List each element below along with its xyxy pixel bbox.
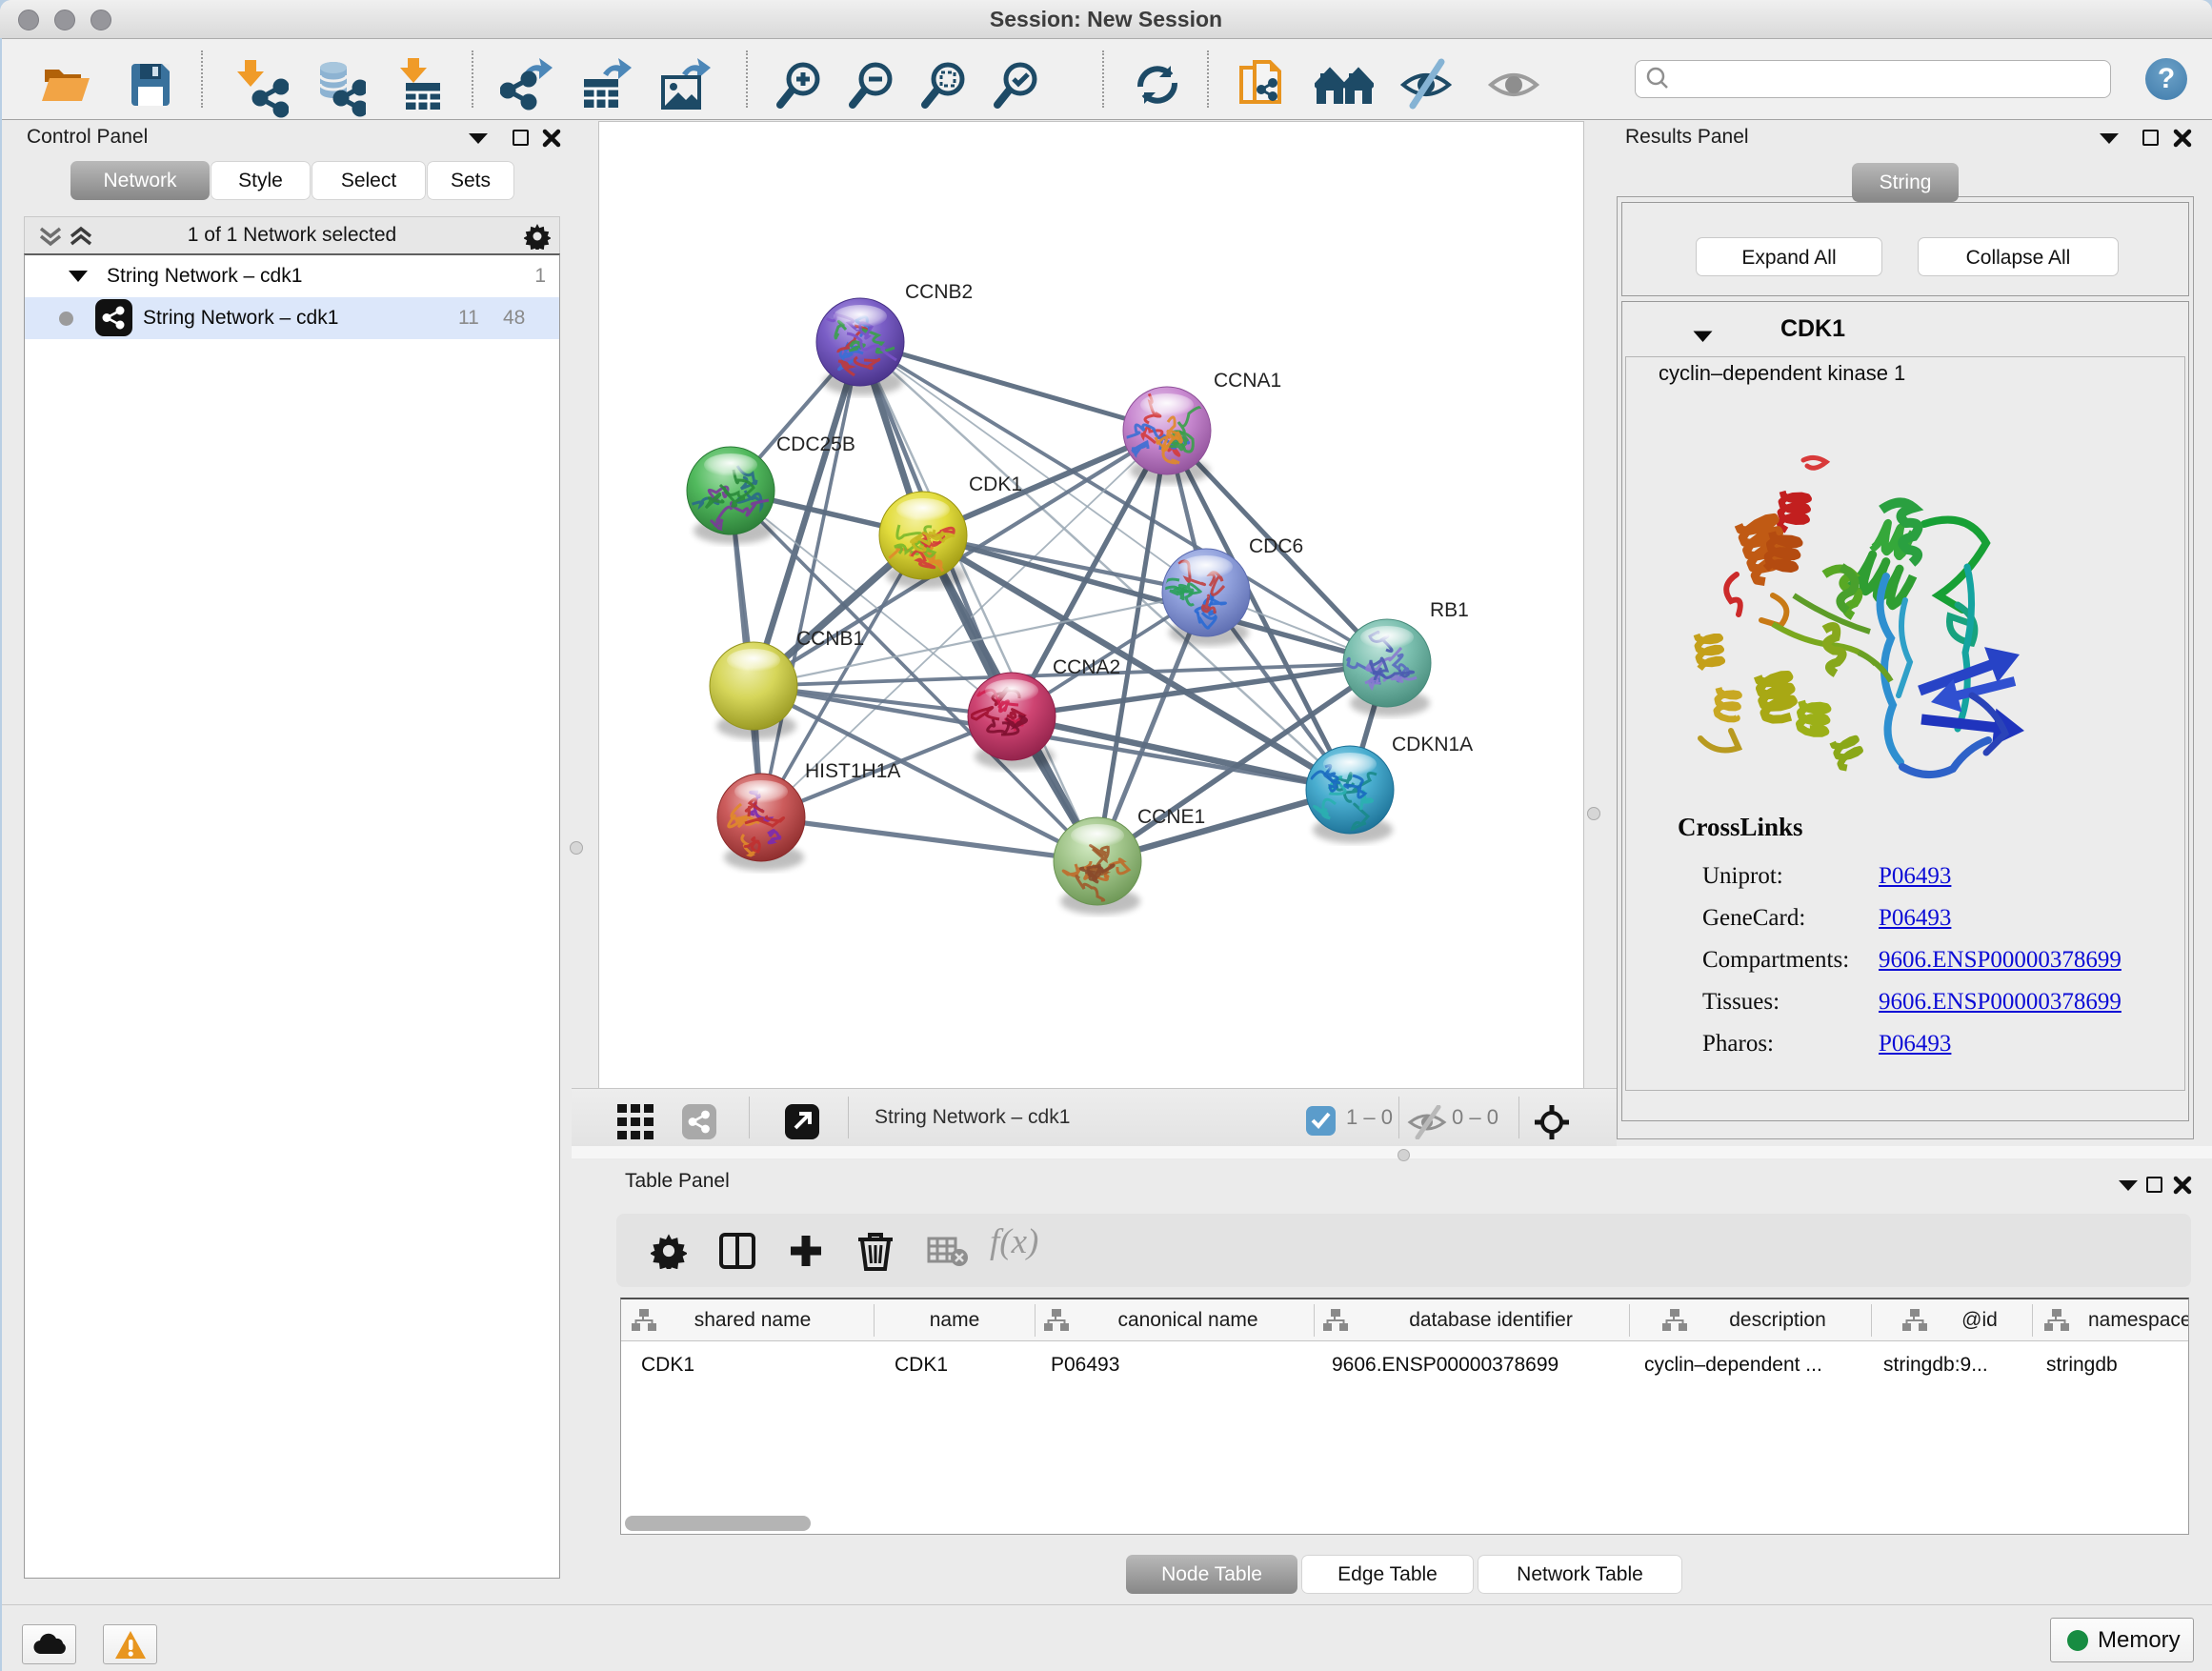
svg-text:CCNB2: CCNB2 — [905, 281, 973, 303]
svg-text:CDC25B: CDC25B — [776, 433, 855, 455]
svg-text:CDKN1A: CDKN1A — [1392, 734, 1473, 755]
svg-text:CCNA1: CCNA1 — [1214, 370, 1281, 392]
svg-text:CDK1: CDK1 — [969, 473, 1022, 495]
svg-text:CDC6: CDC6 — [1249, 535, 1303, 557]
svg-text:CCNA2: CCNA2 — [1053, 656, 1120, 678]
svg-text:HIST1H1A: HIST1H1A — [805, 760, 900, 782]
svg-text:CCNE1: CCNE1 — [1137, 806, 1205, 828]
svg-text:CCNB1: CCNB1 — [796, 628, 864, 650]
svg-text:RB1: RB1 — [1430, 599, 1469, 621]
